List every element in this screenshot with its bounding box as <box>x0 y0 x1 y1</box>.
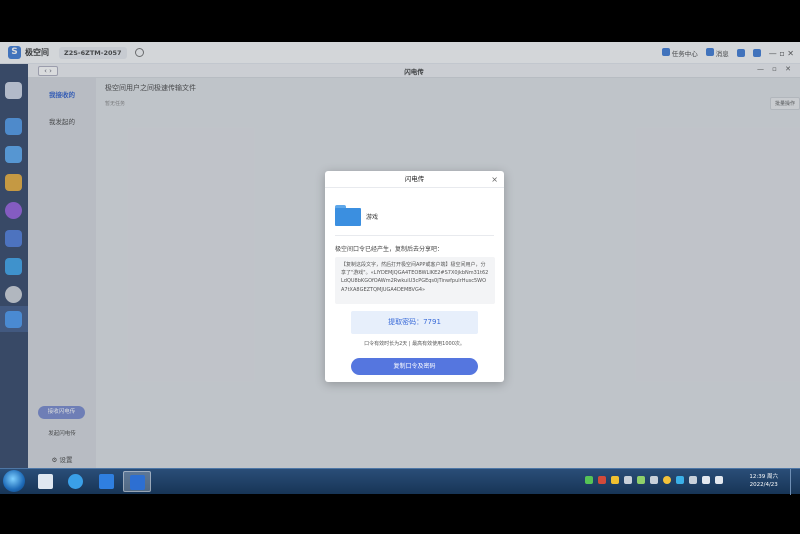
taskbar-app-zspace[interactable] <box>123 471 151 492</box>
clock[interactable]: 12:39 周六 2022/4/23 <box>749 473 778 489</box>
taskbar-app-maxthon[interactable] <box>93 471 121 492</box>
notepad-icon <box>38 474 53 489</box>
folder-icon <box>335 205 361 226</box>
usb-icon[interactable] <box>650 476 658 484</box>
system-tray <box>585 476 723 484</box>
taskbar-app-notepad[interactable] <box>32 471 60 492</box>
start-button[interactable] <box>3 470 25 492</box>
tray-app-icon[interactable] <box>676 476 684 484</box>
desktop: S 极空间 Z2S-6ZTM-2057 任务中心 消息 — ▫ ✕ ‹ › 闪电… <box>0 42 800 494</box>
windows-taskbar: 12:39 周六 2022/4/23 <box>0 468 800 495</box>
share-dialog: 闪电传 × 游戏 极空间口令已经产生，复制后去分享吧： 【复制这段文字，然后打开… <box>325 171 504 382</box>
taskbar-app-cloud[interactable] <box>62 471 90 492</box>
browser-icon <box>99 474 114 489</box>
show-desktop-button[interactable] <box>790 469 800 495</box>
tray-app-icon[interactable] <box>598 476 606 484</box>
close-icon[interactable]: × <box>491 171 498 188</box>
copy-button[interactable]: 复制口令及密码 <box>351 358 478 375</box>
extract-code: 提取密码：7791 <box>351 311 478 334</box>
tray-app-icon[interactable] <box>637 476 645 484</box>
tray-app-icon[interactable] <box>611 476 619 484</box>
volume-icon[interactable] <box>702 476 710 484</box>
validity-note: 口令有效时长为2天 | 最高有效使用1000次。 <box>364 341 465 347</box>
tray-app-icon[interactable] <box>624 476 632 484</box>
tray-app-icon[interactable] <box>689 476 697 484</box>
wifi-icon[interactable] <box>585 476 593 484</box>
cloud-icon <box>68 474 83 489</box>
file-name: 游戏 <box>366 214 379 221</box>
share-hint: 极空间口令已经产生，复制后去分享吧： <box>335 246 444 253</box>
tray-app-icon[interactable] <box>663 476 671 484</box>
divider <box>335 235 494 236</box>
dialog-title: 闪电传 × <box>325 171 504 188</box>
zspace-icon <box>130 475 145 490</box>
share-text[interactable]: 【复制这段文字，然后打开极空间APP或客户端】极空间用户，分享了"游戏"。«LI… <box>335 257 495 304</box>
signal-icon[interactable] <box>715 476 723 484</box>
